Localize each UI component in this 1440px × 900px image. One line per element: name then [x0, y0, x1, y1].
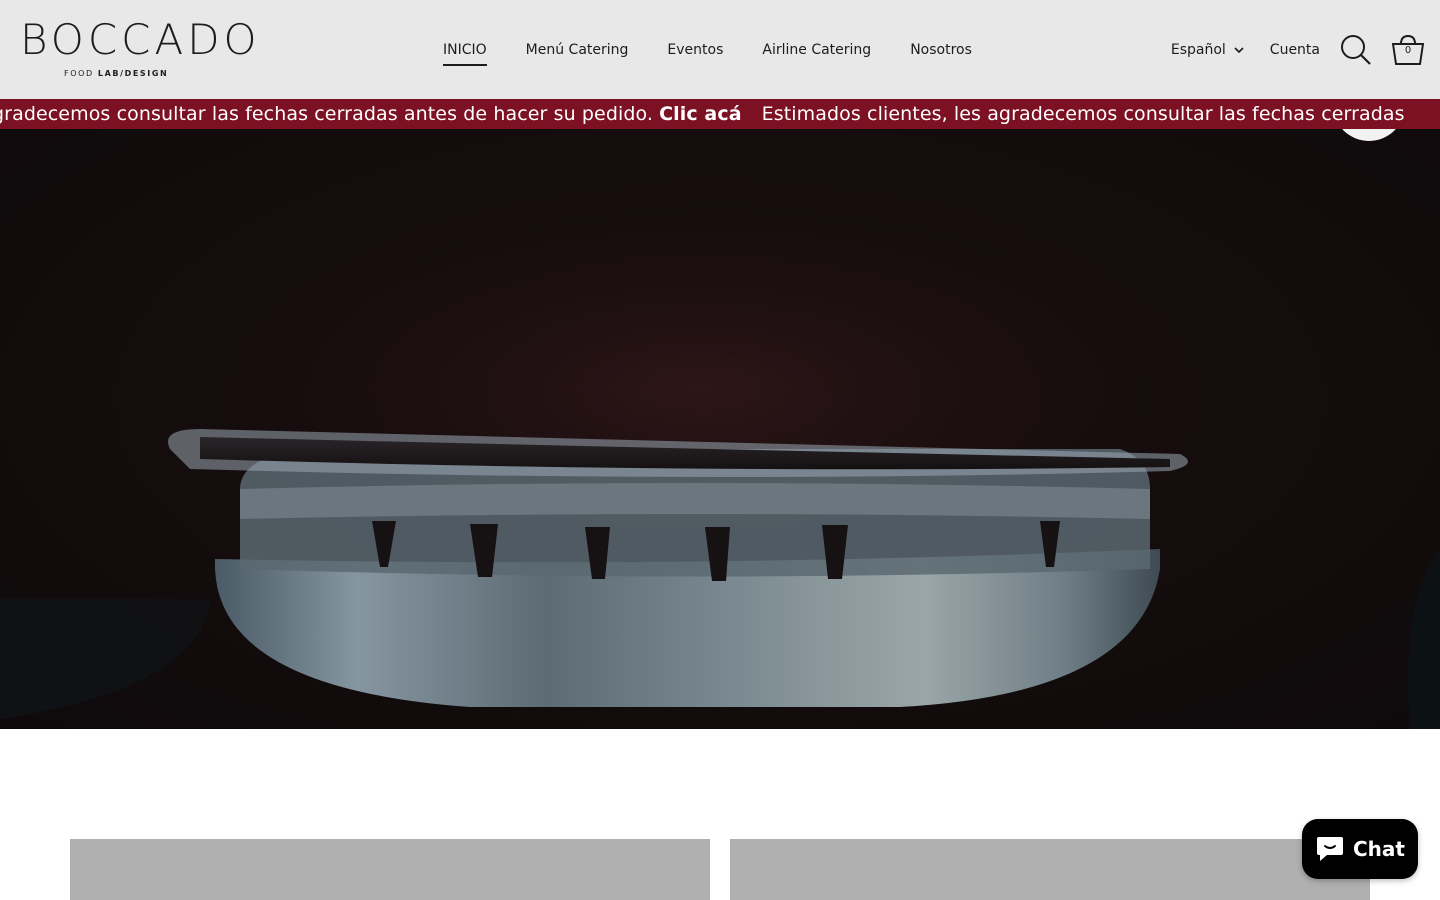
nav-item-airline-catering[interactable]: Airline Catering [762, 42, 871, 58]
announcement-link[interactable]: Clic acá [659, 103, 742, 125]
search-icon[interactable] [1340, 34, 1372, 66]
logo-tagline: FOOD LAB/DESIGN [64, 69, 169, 78]
hero-burner-image [0, 189, 1440, 729]
collection-card-right[interactable] [730, 839, 1370, 900]
announcement-text-repeat: Estimados clientes, les agradecemos cons… [761, 103, 1405, 125]
language-label: Español [1170, 41, 1226, 58]
site-header: BOCCADO FOOD LAB/DESIGN INICIO Menú Cate… [0, 0, 1440, 99]
nav-item-menu-catering[interactable]: Menú Catering [526, 42, 629, 58]
cart-button[interactable]: 0 [1390, 32, 1426, 68]
chat-label: Chat [1353, 837, 1405, 861]
chevron-down-icon [1234, 46, 1244, 53]
chat-bubble-icon [1317, 837, 1343, 861]
nav-item-inicio[interactable]: INICIO [443, 42, 487, 66]
logo-wordmark: BOCCADO [20, 15, 261, 64]
nav-item-nosotros[interactable]: Nosotros [910, 42, 972, 58]
language-selector[interactable]: Español [1171, 42, 1244, 58]
logo[interactable]: BOCCADO FOOD LAB/DESIGN [20, 15, 261, 82]
collection-card-left[interactable] [70, 839, 710, 900]
announcement-text: gradecemos consultar las fechas cerradas… [0, 103, 654, 125]
announcement-marquee: gradecemos consultar las fechas cerradas… [0, 99, 1405, 129]
account-link[interactable]: Cuenta [1270, 42, 1320, 58]
announcement-bar: gradecemos consultar las fechas cerradas… [0, 99, 1440, 129]
hero-video [0, 129, 1440, 729]
main-nav: INICIO Menú Catering Eventos Airline Cat… [443, 0, 1011, 99]
chat-button[interactable]: Chat [1302, 819, 1418, 879]
header-tools: Español Cuenta 0 [1171, 0, 1426, 99]
cart-count: 0 [1404, 44, 1412, 56]
nav-item-eventos[interactable]: Eventos [667, 42, 723, 58]
